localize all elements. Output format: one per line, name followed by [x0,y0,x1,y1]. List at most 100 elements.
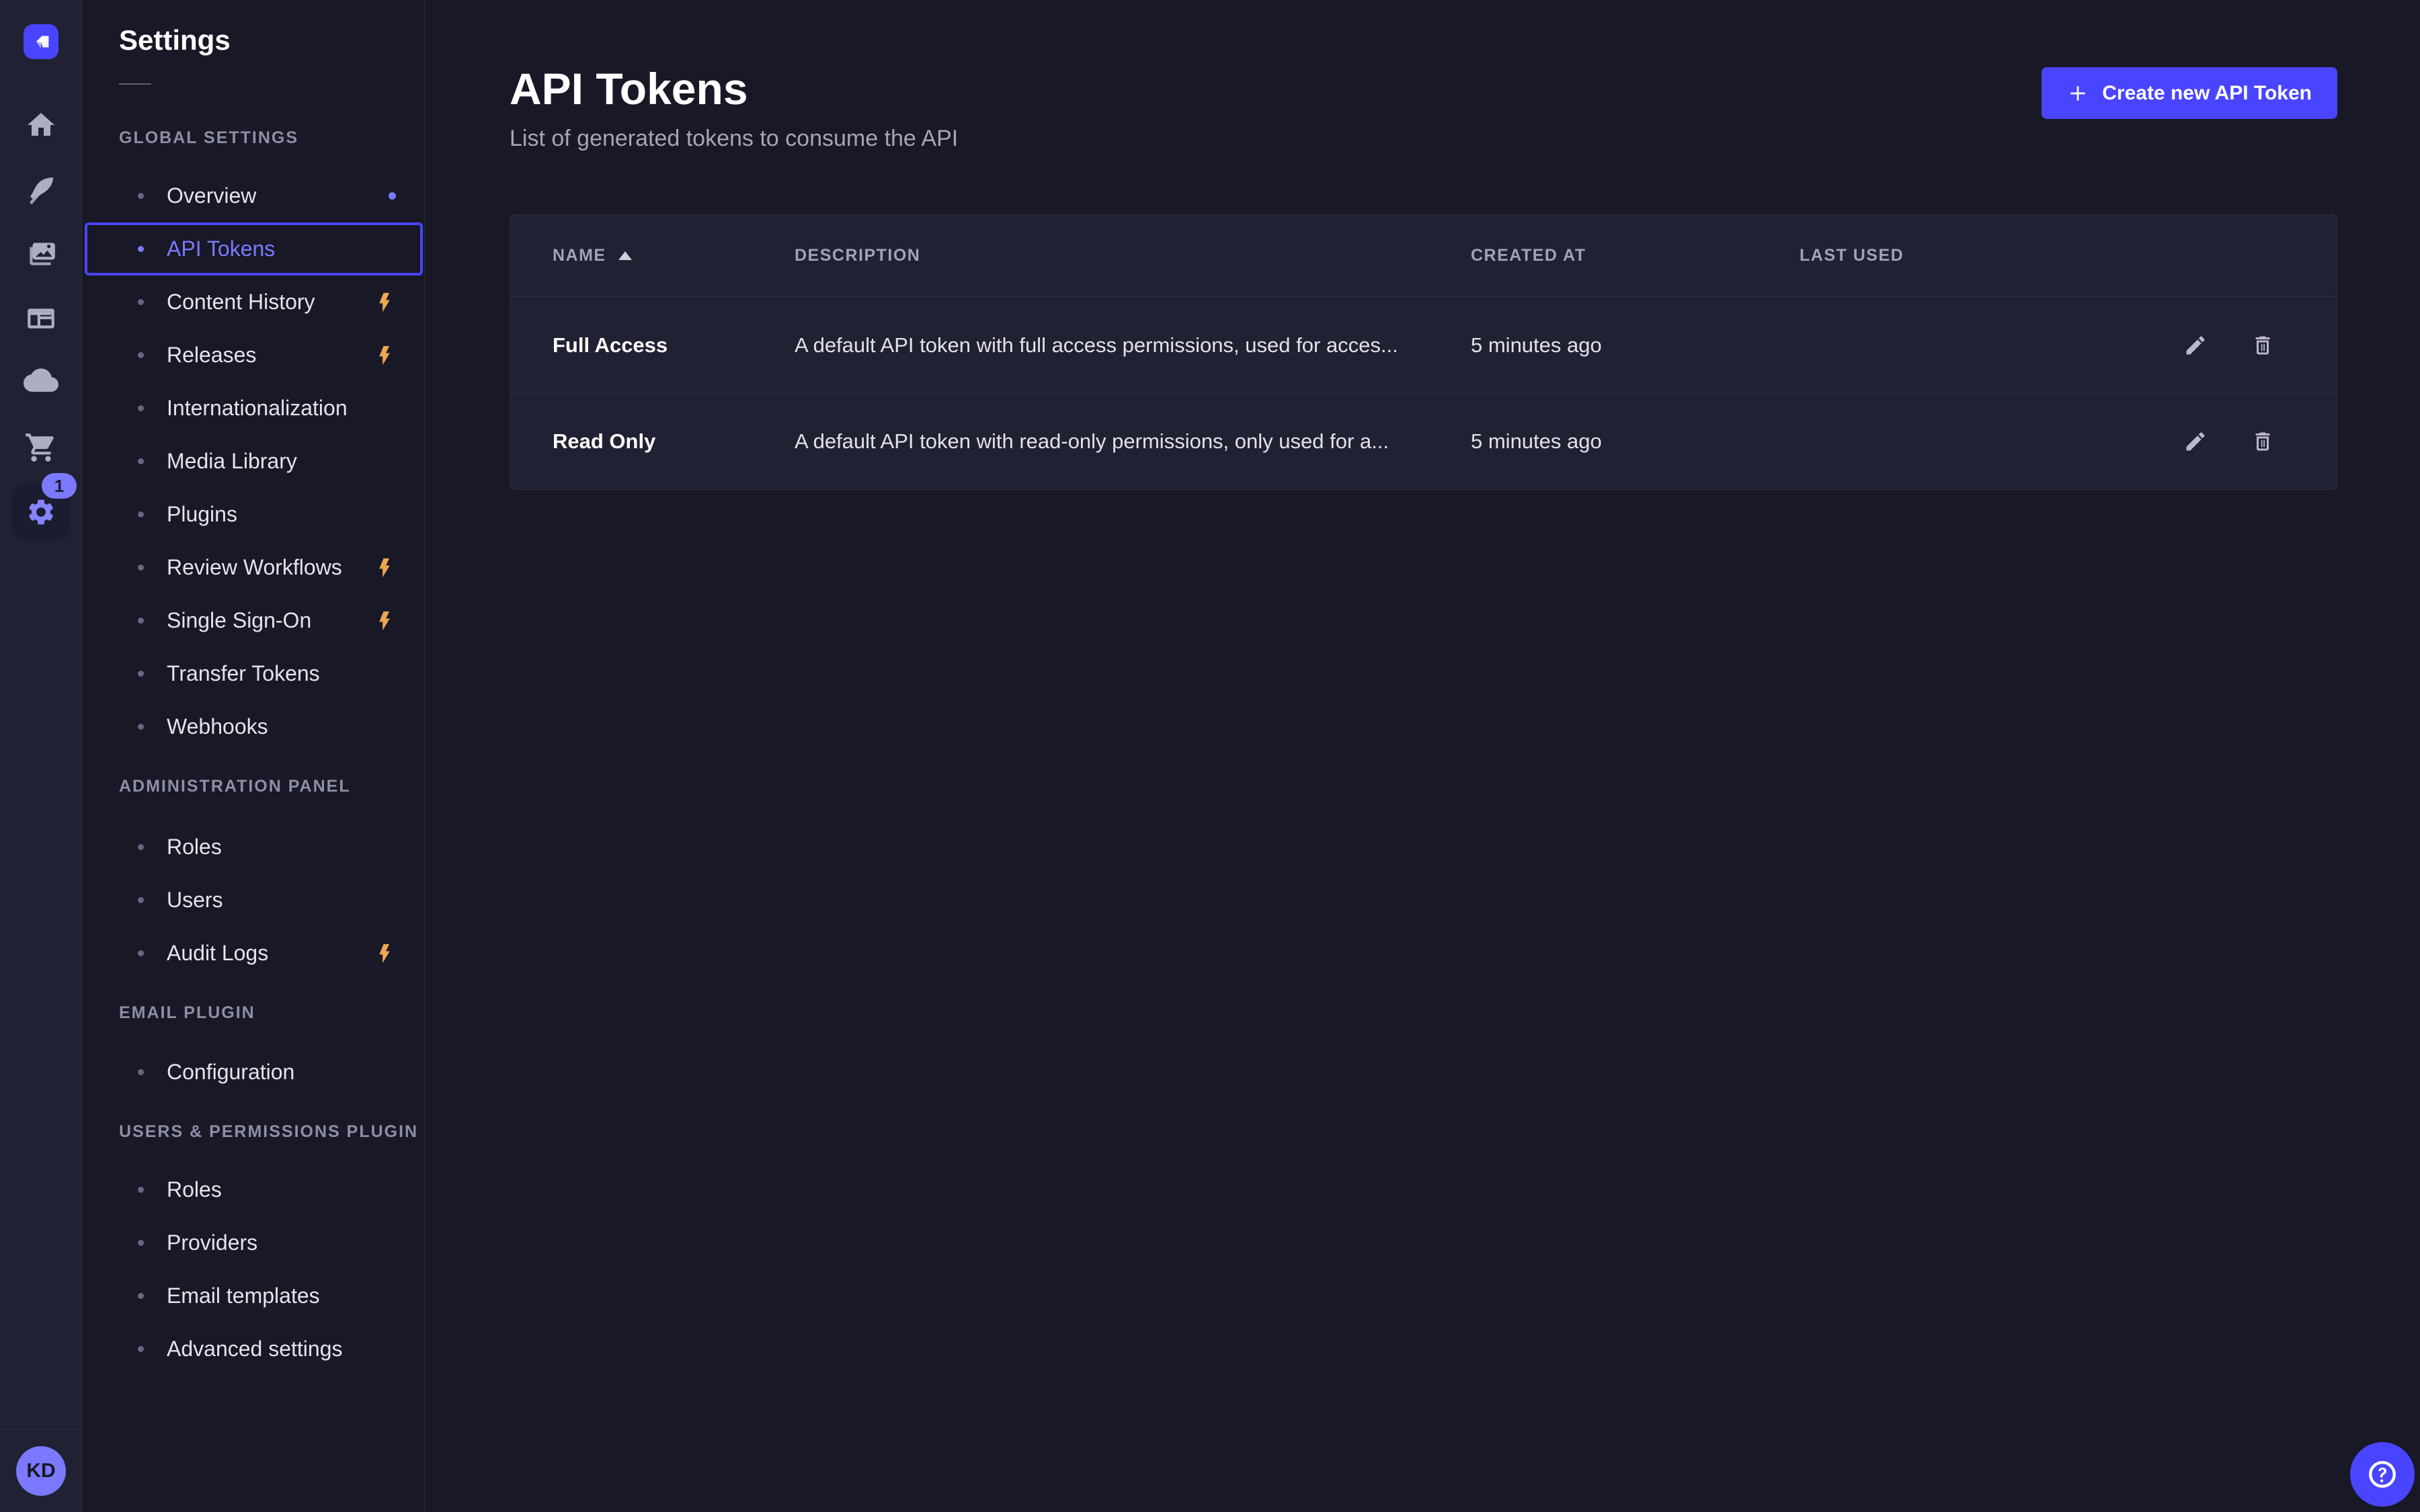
plus-icon [2067,83,2089,104]
subnav-item-plugins[interactable]: Plugins [85,488,423,541]
section-users-permissions-plugin: USERS & PERMISSIONS PLUGIN [119,1122,424,1142]
column-header-description: DESCRIPTION [795,246,1471,265]
nav-item-deploy[interactable] [0,351,81,415]
token-name: Read Only [553,429,795,454]
subnav-item-providers[interactable]: Providers [85,1216,423,1269]
section-administration-panel: ADMINISTRATION PANEL [119,776,424,796]
bullet-icon [138,246,144,252]
subnav-item-content-history[interactable]: Content History [85,276,423,329]
home-icon [25,109,57,141]
subnav-item-overview[interactable]: Overview [85,169,423,222]
subnav-item-advanced-settings[interactable]: Advanced settings [85,1322,423,1376]
lightning-icon [373,344,396,367]
subnav-item-transfer-tokens[interactable]: Transfer Tokens [85,647,423,700]
logo-slot [0,0,81,83]
sort-ascending-icon [618,251,632,260]
token-created-at: 5 minutes ago [1471,429,1800,454]
trash-icon [2251,429,2275,454]
subnav-item-audit-logs[interactable]: Audit Logs [85,927,423,980]
table-row[interactable]: Full Access A default API token with ful… [510,297,2337,393]
token-description: A default API token with read-only permi… [795,429,1471,454]
token-description: A default API token with full access per… [795,333,1471,358]
lightning-icon [373,556,396,579]
main-content: API Tokens List of generated tokens to c… [425,0,2420,1512]
bullet-icon [138,671,144,677]
create-api-token-button[interactable]: Create new API Token [2042,67,2337,119]
settings-subnav: Settings GLOBAL SETTINGS Overview API To… [82,0,425,1512]
subnav-item-internationalization[interactable]: Internationalization [85,382,423,435]
bullet-icon [138,564,144,571]
settings-notification-badge: 1 [42,473,77,499]
bullet-icon [138,1293,144,1299]
column-header-name[interactable]: NAME [553,246,795,265]
bullet-icon [138,1346,144,1352]
strapi-logo-glyph [30,30,52,53]
nav-item-media-library[interactable] [0,222,81,286]
subnav-item-single-sign-on[interactable]: Single Sign-On [85,594,423,647]
delete-token-button[interactable] [2245,328,2280,363]
user-avatar[interactable]: KD [16,1446,66,1496]
lightning-icon [373,291,396,314]
bullet-icon [138,1240,144,1246]
section-email-plugin: EMAIL PLUGIN [119,1003,424,1023]
nav-item-settings[interactable]: 1 [0,480,81,544]
subnav-item-releases[interactable]: Releases [85,329,423,382]
column-header-last-used: LAST USED [1800,246,2178,265]
nav-item-home[interactable] [0,93,81,157]
main-navbar: 1 KD [0,0,82,1512]
api-tokens-table: NAME DESCRIPTION CREATED AT LAST USED Fu… [510,214,2337,490]
pencil-icon [2183,333,2208,358]
subnav-item-configuration[interactable]: Configuration [85,1046,423,1099]
subnav-item-review-workflows[interactable]: Review Workflows [85,541,423,594]
bullet-icon [138,352,144,358]
table-row[interactable]: Read Only A default API token with read-… [510,393,2337,489]
nav-item-marketplace[interactable] [0,415,81,480]
layout-icon [24,302,58,335]
section-global-settings: GLOBAL SETTINGS [119,128,424,148]
bullet-icon [138,458,144,464]
nav-item-content-type-builder[interactable] [0,157,81,222]
navbar-footer: KD [0,1429,82,1512]
bullet-icon [138,618,144,624]
subnav-title: Settings [119,23,424,58]
token-name: Full Access [553,333,795,358]
feather-icon [25,173,57,206]
help-button[interactable] [2350,1442,2415,1507]
bullet-icon [138,299,144,305]
subnav-item-roles-up[interactable]: Roles [85,1163,423,1216]
edit-token-button[interactable] [2178,328,2213,363]
pencil-icon [2183,429,2208,454]
bullet-icon [138,897,144,903]
bullet-icon [138,405,144,411]
images-icon [24,237,58,271]
subnav-item-email-templates[interactable]: Email templates [85,1269,423,1322]
gear-icon [26,497,56,528]
question-mark-icon [2365,1457,2400,1492]
bullet-icon [138,1187,144,1193]
bullet-icon [138,193,144,199]
strapi-logo[interactable] [24,24,58,59]
column-header-created-at: CREATED AT [1471,246,1800,265]
cloud-icon [24,366,58,401]
bullet-icon [138,950,144,956]
subnav-item-media-library[interactable]: Media Library [85,435,423,488]
subnav-item-roles-admin[interactable]: Roles [85,821,423,874]
page-subtitle: List of generated tokens to consume the … [510,124,2420,153]
table-header-row: NAME DESCRIPTION CREATED AT LAST USED [510,215,2337,297]
nav-item-content-manager[interactable] [0,286,81,351]
token-created-at: 5 minutes ago [1471,333,1800,358]
subnav-item-webhooks[interactable]: Webhooks [85,700,423,753]
bullet-icon [138,844,144,850]
delete-token-button[interactable] [2245,424,2280,459]
bullet-icon [138,511,144,517]
lightning-icon [373,942,396,965]
subnav-title-divider [119,83,151,85]
notification-dot-icon [389,192,396,200]
cart-icon [24,431,58,464]
bullet-icon [138,724,144,730]
subnav-item-api-tokens[interactable]: API Tokens [85,222,423,276]
bullet-icon [138,1069,144,1075]
edit-token-button[interactable] [2178,424,2213,459]
lightning-icon [373,610,396,632]
subnav-item-users[interactable]: Users [85,874,423,927]
